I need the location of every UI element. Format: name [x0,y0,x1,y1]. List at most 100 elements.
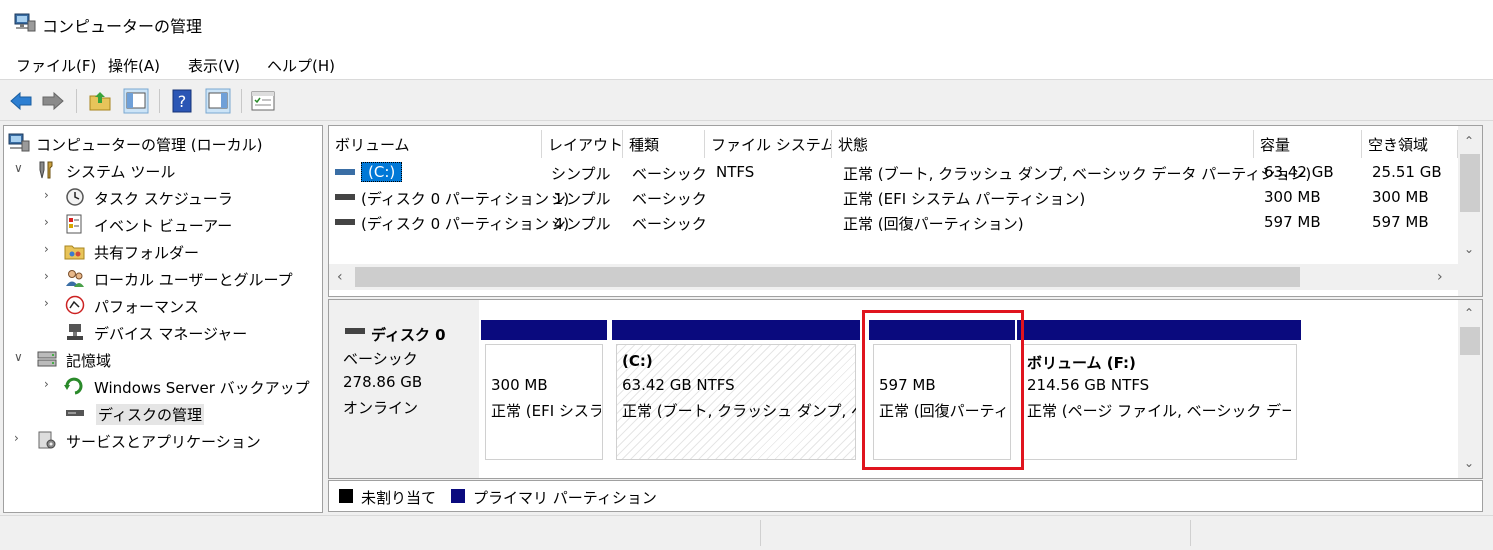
title-bar: コンピューターの管理 [0,0,1493,48]
help-icon[interactable]: ? [170,88,196,114]
scroll-up-icon[interactable]: ⌃ [1464,306,1474,320]
storage-icon [37,351,57,367]
tree-item-label: タスク スケジューラ [94,190,233,208]
up-folder-icon[interactable] [88,88,114,114]
table-row[interactable]: (ディスク 0 パーティション 1) シンプル ベーシック 正常 (EFI シス… [329,185,1457,210]
show-hide-tree-icon[interactable] [123,88,149,114]
volume-type: ベーシック [632,215,707,233]
tree-item-system-tools[interactable]: ∨ システム ツール [4,157,322,183]
tree-item-device-manager[interactable]: デバイス マネージャー [4,319,322,345]
disk-size: 278.86 GB [343,373,423,391]
disk-state: オンライン [343,399,419,417]
toolbar-separator [159,89,160,113]
tree-item-label: システム ツール [66,163,176,181]
menu-help[interactable]: ヘルプ(H) [267,55,335,76]
disk-graphical-view: ディスク 0 ベーシック 278.86 GB オンライン 300 MB 正常 (… [328,299,1483,479]
tree-item-label: Windows Server バックアップ [94,379,310,397]
highlight-box [862,310,1024,470]
tools-icon [39,161,53,179]
partition-title: (C:) [622,352,653,370]
column-header-volume[interactable]: ボリューム [329,130,542,158]
scrollbar-thumb[interactable] [1460,154,1480,212]
users-icon [66,270,84,287]
scroll-down-icon[interactable]: ⌄ [1464,456,1474,470]
volume-type: ベーシック [632,165,707,183]
tree-item-windows-server-backup[interactable]: › Windows Server バックアップ [4,373,322,399]
partition-header [612,320,860,340]
tree-item-label: イベント ビューアー [94,217,233,235]
forward-arrow-icon[interactable] [40,88,66,114]
column-header-free-space[interactable]: 空き領域 [1362,130,1458,158]
chevron-right-icon[interactable]: › [44,188,58,202]
partition-status: 正常 (ブート, クラッシュ ダンプ, ベー [622,402,856,420]
scroll-right-icon[interactable]: › [1437,269,1443,285]
legend-swatch-primary [451,489,465,503]
status-divider [1190,520,1191,546]
chevron-down-icon[interactable]: ∨ [14,350,28,364]
legend-label: 未割り当て [361,489,437,507]
action-pane-icon[interactable] [205,88,231,114]
menu-file[interactable]: ファイル(F) [16,55,96,76]
chevron-right-icon[interactable]: › [44,242,58,256]
partition-header [1017,320,1301,340]
partition-size: 214.56 GB NTFS [1027,376,1150,394]
tree-item-label: デバイス マネージャー [94,325,248,343]
vertical-scrollbar[interactable]: ⌃ ⌄ [1458,300,1482,478]
tree-item-storage[interactable]: ∨ 記憶域 [4,346,322,372]
column-header-capacity[interactable]: 容量 [1254,130,1362,158]
tree-item-local-users[interactable]: › ローカル ユーザーとグループ [4,265,322,291]
chevron-right-icon[interactable]: › [44,377,58,391]
volume-capacity: 63.42 GB [1264,163,1334,181]
column-header-status[interactable]: 状態 [832,130,1254,158]
scroll-down-icon[interactable]: ⌄ [1464,242,1474,256]
chevron-right-icon[interactable]: › [44,296,58,310]
chevron-down-icon[interactable]: ∨ [14,161,28,175]
chevron-right-icon[interactable]: › [44,269,58,283]
column-header-type[interactable]: 種類 [623,130,705,158]
partition-f[interactable]: ボリューム (F:) 214.56 GB NTFS 正常 (ページ ファイル, … [1017,300,1303,478]
chevron-right-icon[interactable]: › [14,431,28,445]
tree-item-task-scheduler[interactable]: › タスク スケジューラ [4,184,322,210]
computer-management-icon [8,133,30,152]
partition-status: 正常 (EFI シスラ [491,402,601,420]
tree-item-disk-management[interactable]: ディスクの管理 [4,400,322,426]
volume-name: (ディスク 0 パーティション 1) [361,190,570,208]
menu-bar: ファイル(F) 操作(A) 表示(V) ヘルプ(H) [0,48,1493,80]
toolbar-separator [241,89,242,113]
menu-view[interactable]: 表示(V) [188,55,240,76]
partition-c[interactable]: (C:) 63.42 GB NTFS 正常 (ブート, クラッシュ ダンプ, ベ… [610,300,862,478]
partition-efi[interactable]: 300 MB 正常 (EFI シスラ [479,300,609,478]
menu-action[interactable]: 操作(A) [108,55,160,76]
scroll-left-icon[interactable]: ‹ [337,269,343,285]
table-row[interactable]: (ディスク 0 パーティション 4) シンプル ベーシック 正常 (回復パーティ… [329,210,1457,235]
partition-title: ボリューム (F:) [1027,354,1136,372]
partition-size: 300 MB [491,376,548,394]
column-header-filesystem[interactable]: ファイル システム [705,130,832,158]
tree-item-performance[interactable]: › パフォーマンス [4,292,322,318]
vertical-scrollbar[interactable]: ⌃ ⌄ [1458,126,1482,296]
volume-list: ボリューム レイアウト 種類 ファイル システム 状態 容量 空き領域 (C:)… [328,125,1483,297]
shared-folder-icon [64,245,85,260]
clock-icon [66,188,84,206]
table-row[interactable]: (C:) シンプル ベーシック NTFS 正常 (ブート, クラッシュ ダンプ,… [329,160,1457,185]
console-tree: コンピューターの管理 (ローカル) ∨ システム ツール › タスク スケジュー… [3,125,323,513]
volume-name: (ディスク 0 パーティション 4) [361,215,570,233]
scrollbar-thumb[interactable] [355,267,1300,287]
volume-free-space: 597 MB [1372,213,1429,231]
legend-swatch-unallocated [339,489,353,503]
column-header-layout[interactable]: レイアウト [542,130,623,158]
tree-item-services-apps[interactable]: › サービスとアプリケーション [4,427,322,453]
disk-info[interactable]: ディスク 0 ベーシック 278.86 GB オンライン [329,300,479,478]
horizontal-scrollbar[interactable]: ‹ › [329,264,1458,290]
legend: 未割り当て プライマリ パーティション [328,480,1483,512]
tree-item-shared-folders[interactable]: › 共有フォルダー [4,238,322,264]
volume-icon [335,169,355,175]
scroll-up-icon[interactable]: ⌃ [1464,134,1474,148]
chevron-right-icon[interactable]: › [44,215,58,229]
back-arrow-icon[interactable] [8,88,34,114]
tree-item-event-viewer[interactable]: › イベント ビューアー [4,211,322,237]
tree-root[interactable]: コンピューターの管理 (ローカル) [4,130,322,156]
properties-icon[interactable] [250,88,276,114]
scrollbar-thumb[interactable] [1460,327,1480,355]
volume-capacity: 597 MB [1264,213,1321,231]
